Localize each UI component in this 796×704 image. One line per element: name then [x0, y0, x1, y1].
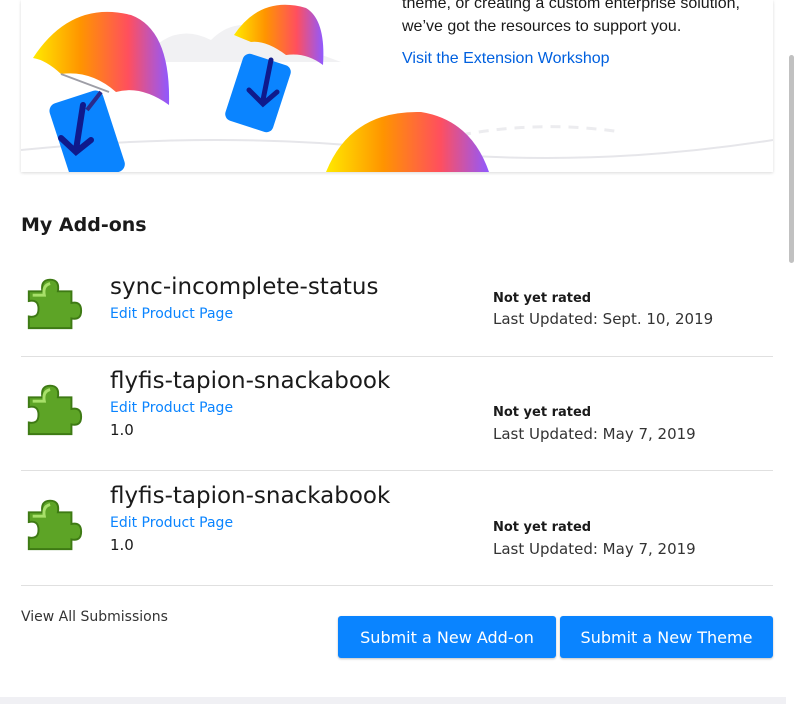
- addon-name: flyfis-tapion-snackabook: [110, 368, 391, 394]
- banner-description: theme, or creating a custom enterprise s…: [402, 0, 740, 35]
- list-item: flyfis-tapion-snackabook Edit Product Pa…: [21, 356, 773, 471]
- scrollbar-thumb[interactable]: [789, 55, 794, 263]
- submit-new-theme-button[interactable]: Submit a New Theme: [560, 616, 773, 658]
- footer-divider: [0, 697, 796, 704]
- extension-workshop-link[interactable]: Visit the Extension Workshop: [402, 50, 610, 68]
- addon-rating: Not yet rated: [493, 520, 592, 535]
- addon-rating: Not yet rated: [493, 405, 592, 420]
- puzzle-piece-icon: [27, 499, 83, 551]
- list-item: sync-incomplete-status Edit Product Page…: [21, 241, 773, 357]
- edit-product-page-link[interactable]: Edit Product Page: [110, 400, 233, 416]
- view-all-submissions-link[interactable]: View All Submissions: [21, 609, 168, 625]
- addon-rating: Not yet rated: [493, 291, 592, 306]
- addon-name: flyfis-tapion-snackabook: [110, 483, 391, 509]
- page-title: My Add-ons: [21, 214, 147, 236]
- edit-product-page-link[interactable]: Edit Product Page: [110, 515, 233, 531]
- addon-last-updated: Last Updated: Sept. 10, 2019: [493, 310, 714, 328]
- puzzle-piece-icon: [27, 278, 83, 330]
- submit-new-addon-button[interactable]: Submit a New Add-on: [338, 616, 556, 658]
- puzzle-piece-icon: [27, 384, 83, 436]
- edit-product-page-link[interactable]: Edit Product Page: [110, 306, 233, 322]
- extension-workshop-banner: theme, or creating a custom enterprise s…: [21, 0, 773, 172]
- addon-version: 1.0: [110, 536, 134, 554]
- addon-version: 1.0: [110, 421, 134, 439]
- list-item: flyfis-tapion-snackabook Edit Product Pa…: [21, 471, 773, 586]
- addon-last-updated: Last Updated: May 7, 2019: [493, 540, 696, 558]
- addon-name: sync-incomplete-status: [110, 274, 379, 300]
- addon-last-updated: Last Updated: May 7, 2019: [493, 425, 696, 443]
